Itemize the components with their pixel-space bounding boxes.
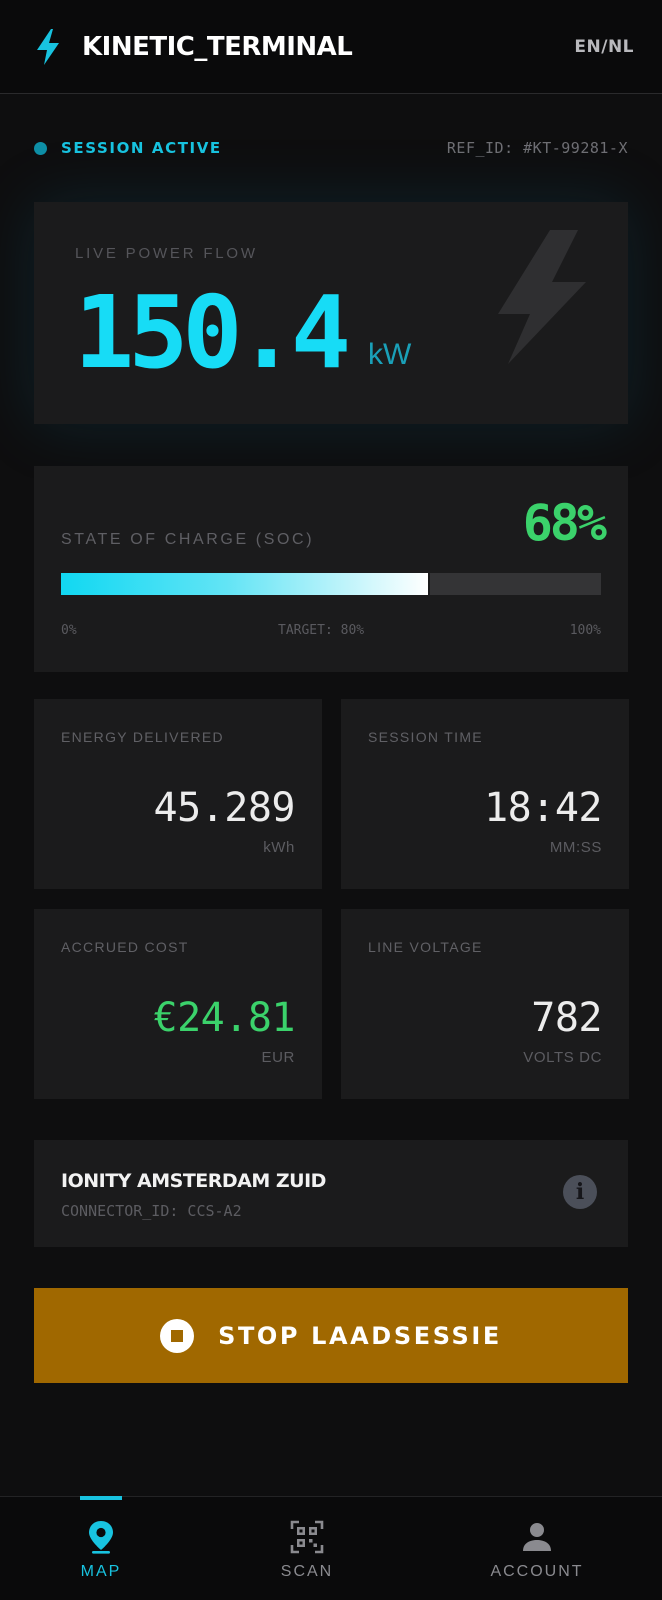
station-name: IONITY AMSTERDAM ZUID: [61, 1170, 326, 1192]
nav-item-account[interactable]: ACCOUNT: [457, 1497, 617, 1600]
session-time-card: SESSION TIME 18:42 MM:SS: [341, 699, 629, 889]
live-power-label: LIVE POWER FLOW: [75, 245, 258, 262]
line-voltage-label: LINE VOLTAGE: [368, 939, 483, 955]
state-of-charge-card: STATE OF CHARGE (SOC) 68% 0% TARGET: 80%…: [34, 466, 628, 672]
energy-delivered-label: ENERGY DELIVERED: [61, 729, 224, 745]
session-time-unit: MM:SS: [549, 839, 602, 856]
person-icon: [523, 1523, 551, 1551]
status-dot: [34, 141, 47, 155]
active-tab-indicator: [80, 1496, 122, 1500]
live-power-card: LIVE POWER FLOW 150.4 kW: [34, 202, 628, 424]
app-title: KINETIC_TERMINAL: [82, 31, 353, 62]
lightning-bolt-icon: [498, 230, 586, 364]
nav-item-scan[interactable]: SCAN: [227, 1497, 387, 1600]
live-power-unit: kW: [368, 338, 412, 371]
connector-id: CONNECTOR_ID: CCS-A2: [61, 1202, 242, 1220]
app-header: KINETIC_TERMINAL EN/NL: [0, 0, 662, 94]
accrued-cost-value: €24.81: [153, 995, 296, 1041]
line-voltage-value: 782: [531, 995, 602, 1041]
reference-id: REF_ID: #KT-99281-X: [446, 139, 628, 157]
stop-icon: [160, 1318, 195, 1353]
session-status-label: SESSION ACTIVE: [61, 139, 222, 157]
line-voltage-card: LINE VOLTAGE 782 VOLTS DC: [341, 909, 629, 1099]
info-icon[interactable]: i: [563, 1175, 597, 1209]
accrued-cost-label: ACCRUED COST: [61, 939, 189, 955]
soc-scale-min: 0%: [61, 623, 77, 638]
accrued-cost-card: ACCRUED COST €24.81 EUR: [34, 909, 322, 1099]
accrued-cost-unit: EUR: [261, 1049, 295, 1066]
station-info-card: IONITY AMSTERDAM ZUID CONNECTOR_ID: CCS-…: [34, 1140, 628, 1247]
language-toggle[interactable]: EN/NL: [574, 37, 634, 57]
energy-delivered-card: ENERGY DELIVERED 45.289 kWh: [34, 699, 322, 889]
soc-progress-bar: [61, 573, 601, 595]
soc-scale-max: 100%: [569, 623, 601, 638]
nav-label-account: ACCOUNT: [490, 1563, 584, 1580]
nav-label-map: MAP: [80, 1563, 122, 1580]
nav-label-scan: SCAN: [280, 1563, 334, 1580]
stop-session-label: STOP LAADSESSIE: [218, 1321, 502, 1350]
session-time-value: 18:42: [484, 785, 602, 831]
session-time-label: SESSION TIME: [368, 729, 483, 745]
bottom-navigation: MAP SCAN ACCOUNT: [0, 1496, 662, 1600]
soc-progress-fill: [61, 573, 428, 595]
energy-delivered-value: 45.289: [153, 785, 296, 831]
live-power-value: 150.4: [74, 274, 351, 391]
soc-label: STATE OF CHARGE (SOC): [61, 531, 315, 548]
energy-delivered-unit: kWh: [263, 839, 295, 856]
soc-value: 68%: [522, 494, 607, 552]
session-status-row: SESSION ACTIVE REF_ID: #KT-99281-X: [34, 136, 628, 160]
soc-progress-marker: [428, 573, 430, 595]
lightning-bolt-icon: [37, 28, 59, 65]
qr-code-icon: [290, 1520, 324, 1554]
nav-item-map[interactable]: MAP: [21, 1496, 181, 1600]
soc-scale-target: TARGET: 80%: [278, 623, 365, 638]
line-voltage-unit: VOLTS DC: [523, 1049, 602, 1066]
stop-session-button[interactable]: STOP LAADSESSIE: [34, 1288, 628, 1383]
map-pin-icon: [89, 1521, 113, 1554]
